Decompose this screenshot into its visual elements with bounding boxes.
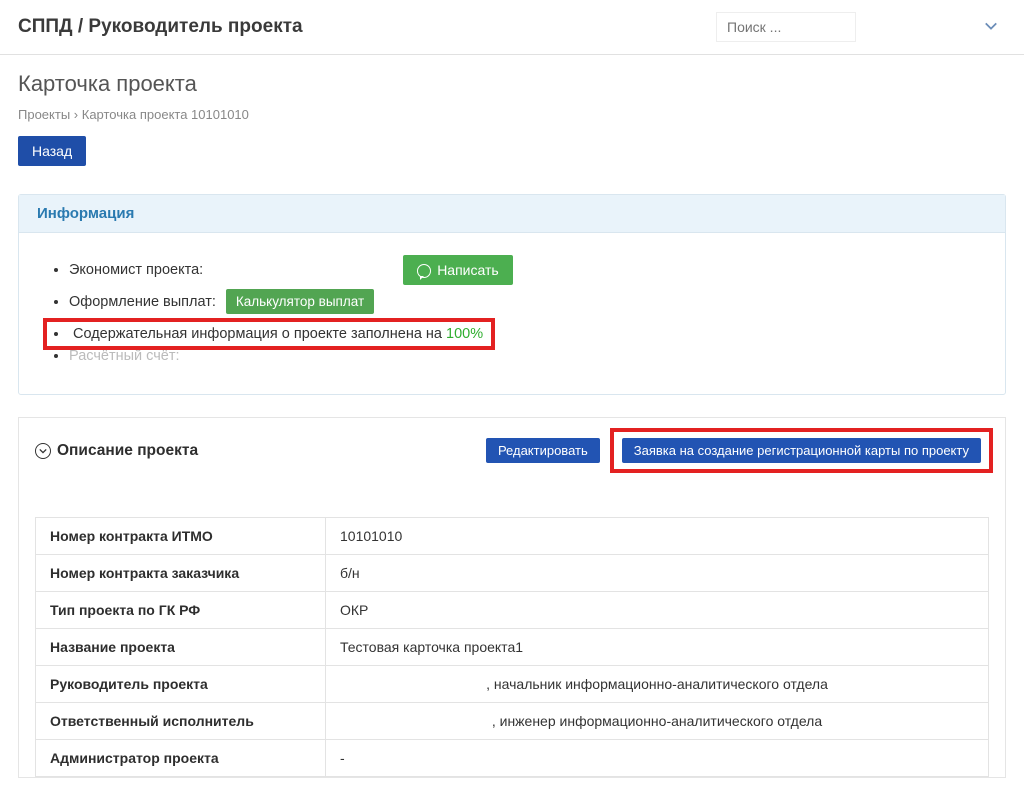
breadcrumb-current: Карточка проекта 10101010 — [82, 107, 249, 122]
breadcrumb-root[interactable]: Проекты — [18, 107, 70, 122]
row-key: Администратор проекта — [36, 740, 326, 777]
row-value: , начальник информационно-аналитического… — [326, 666, 989, 703]
chat-icon — [417, 264, 431, 278]
row-key: Название проекта — [36, 629, 326, 666]
chevron-down-icon[interactable] — [976, 19, 1006, 36]
table-row: Ответственный исполнитель, инженер инфор… — [36, 703, 989, 740]
info-panel: Информация Экономист проекта: Написать О… — [18, 194, 1006, 395]
row-value: б/н — [326, 555, 989, 592]
highlight-completion: Содержательная информация о проекте запо… — [43, 318, 495, 350]
table-row: Тип проекта по ГК РФОКР — [36, 592, 989, 629]
row-key: Номер контракта заказчика — [36, 555, 326, 592]
app-title: СППД / Руководитель проекта — [18, 16, 303, 38]
row-value: , инженер информационно-аналитического о… — [326, 703, 989, 740]
row-key: Руководитель проекта — [36, 666, 326, 703]
row-key: Ответственный исполнитель — [36, 703, 326, 740]
row-key: Номер контракта ИТМО — [36, 518, 326, 555]
info-economist-row: Экономист проекта: Написать — [69, 255, 983, 285]
description-table: Номер контракта ИТМО10101010Номер контра… — [35, 517, 989, 777]
description-section-header: Описание проекта Редактировать Заявка на… — [18, 417, 1006, 483]
top-bar: СППД / Руководитель проекта — [0, 0, 1024, 55]
payments-label: Оформление выплат: — [69, 294, 216, 310]
row-value: - — [326, 740, 989, 777]
search-input[interactable] — [716, 12, 856, 42]
row-value: Тестовая карточка проекта1 — [326, 629, 989, 666]
info-payments-row: Оформление выплат: Калькулятор выплат — [69, 289, 983, 314]
write-button[interactable]: Написать — [403, 255, 512, 285]
edit-button[interactable]: Редактировать — [486, 438, 600, 463]
table-row: Номер контракта ИТМО10101010 — [36, 518, 989, 555]
row-key: Тип проекта по ГК РФ — [36, 592, 326, 629]
info-completion-row: Содержательная информация о проекте запо… — [69, 318, 983, 350]
registration-request-button[interactable]: Заявка на создание регистрационной карты… — [622, 438, 981, 463]
info-panel-title: Информация — [19, 195, 1005, 233]
table-row: Администратор проекта- — [36, 740, 989, 777]
description-toggle[interactable]: Описание проекта — [35, 442, 198, 460]
table-row: Название проектаТестовая карточка проект… — [36, 629, 989, 666]
breadcrumb: Проекты › Карточка проекта 10101010 — [18, 107, 1006, 122]
calculator-button[interactable]: Калькулятор выплат — [226, 289, 374, 314]
completion-percent: 100% — [446, 326, 483, 342]
chevron-down-circle-icon — [35, 443, 51, 459]
row-value: 10101010 — [326, 518, 989, 555]
highlight-registration: Заявка на создание регистрационной карты… — [610, 428, 993, 473]
table-row: Номер контракта заказчикаб/н — [36, 555, 989, 592]
row-value: ОКР — [326, 592, 989, 629]
table-row: Руководитель проекта, начальник информац… — [36, 666, 989, 703]
page-title: Карточка проекта — [18, 71, 1006, 97]
info-account-row: Расчётный счёт: — [69, 348, 983, 364]
back-button[interactable]: Назад — [18, 136, 86, 166]
description-panel: Номер контракта ИТМО10101010Номер контра… — [18, 483, 1006, 778]
economist-label: Экономист проекта: — [69, 262, 203, 278]
